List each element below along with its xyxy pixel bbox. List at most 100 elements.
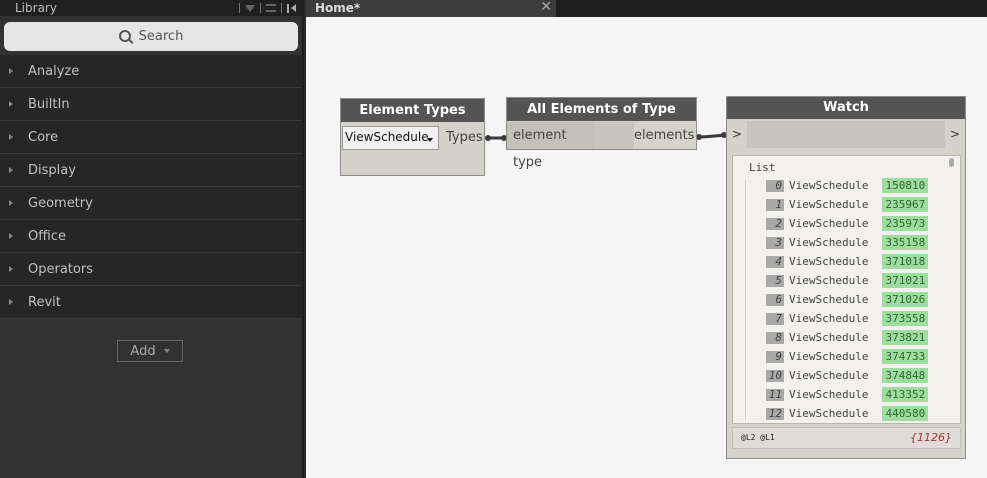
library-panel: Library Search Analyze BuiltIn Core Disp… <box>0 0 304 478</box>
list-item: 2 ViewSchedule 235973 <box>766 214 929 233</box>
item-index: 0 <box>766 179 784 192</box>
category-geometry[interactable]: Geometry <box>0 187 302 220</box>
category-label: Display <box>28 162 76 178</box>
item-count: {1126} <box>910 431 952 444</box>
search-icon <box>118 29 131 42</box>
input-port-element-type[interactable]: element type <box>507 122 594 170</box>
list-levels: @L2 @L1 <box>741 433 775 442</box>
item-type: ViewSchedule <box>789 407 869 420</box>
item-id: 371021 <box>882 273 929 288</box>
watch-ports: > > <box>727 121 965 148</box>
item-id: 440580 <box>882 406 929 421</box>
category-label: Geometry <box>28 195 93 211</box>
chevron-down-icon <box>427 138 433 142</box>
item-type: ViewSchedule <box>789 236 869 249</box>
item-id: 373821 <box>882 330 929 345</box>
item-index: 8 <box>766 331 784 344</box>
item-type: ViewSchedule <box>789 255 869 268</box>
category-revit[interactable]: Revit <box>0 286 302 319</box>
separator <box>239 3 240 13</box>
library-header: Library <box>0 0 302 16</box>
tab-home[interactable]: Home* ✕ <box>306 0 556 17</box>
add-button[interactable]: Add <box>117 340 183 362</box>
item-index: 1 <box>766 198 784 211</box>
item-type: ViewSchedule <box>789 331 869 344</box>
category-office[interactable]: Office <box>0 220 302 253</box>
wire-elements-to-watch <box>696 133 727 139</box>
category-display[interactable]: Display <box>0 154 302 187</box>
collapse-panel-icon[interactable] <box>287 3 296 13</box>
item-index: 9 <box>766 350 784 363</box>
add-label: Add <box>130 343 156 359</box>
category-analyze[interactable]: Analyze <box>0 55 302 88</box>
expand-arrow-icon <box>9 266 13 272</box>
output-port[interactable]: > <box>945 121 965 148</box>
scrollbar[interactable] <box>949 158 954 167</box>
chevron-down-icon <box>163 349 170 353</box>
expand-arrow-icon <box>9 68 13 74</box>
item-type: ViewSchedule <box>789 369 869 382</box>
item-id: 374733 <box>882 349 929 364</box>
category-label: Revit <box>28 294 61 310</box>
item-id: 413352 <box>882 387 929 402</box>
tab-label: Home* <box>315 1 361 15</box>
item-type: ViewSchedule <box>789 198 869 211</box>
node-watch[interactable]: Watch > > List 0 ViewSchedule 150810 1 ViewS… <box>726 96 966 459</box>
item-type: ViewSchedule <box>789 217 869 230</box>
library-title: Library <box>15 1 57 15</box>
category-list: Analyze BuiltIn Core Display Geometry Of… <box>0 55 302 319</box>
watch-footer: @L2 @L1 {1126} <box>732 427 961 449</box>
output-port-types[interactable]: Types <box>442 126 483 150</box>
list-item: 3 ViewSchedule 335158 <box>766 233 929 252</box>
category-label: BuiltIn <box>28 96 70 112</box>
node-body <box>594 122 634 149</box>
watch-items: 0 ViewSchedule 150810 1 ViewSchedule 235967 2 V… <box>766 176 929 423</box>
tree-line <box>745 180 746 420</box>
graph-canvas[interactable]: Element Types ViewSchedule Types All Ele… <box>306 17 987 478</box>
dropdown-value: ViewSchedule <box>345 130 429 144</box>
close-icon[interactable]: ✕ <box>540 0 552 15</box>
item-index: 5 <box>766 274 784 287</box>
node-all-elements-of-type[interactable]: All Elements of Type element type elemen… <box>506 97 697 170</box>
category-label: Operators <box>28 261 93 277</box>
list-item: 9 ViewSchedule 374733 <box>766 347 929 366</box>
expand-arrow-icon <box>9 134 13 140</box>
list-item: 5 ViewSchedule 371021 <box>766 271 929 290</box>
node-element-types[interactable]: Element Types ViewSchedule Types <box>340 98 485 176</box>
element-type-dropdown[interactable]: ViewSchedule <box>342 126 439 150</box>
item-id: 374848 <box>882 368 929 383</box>
list-item: 7 ViewSchedule 373558 <box>766 309 929 328</box>
category-label: Office <box>28 228 66 244</box>
item-index: 7 <box>766 312 784 325</box>
separator <box>260 3 261 13</box>
filter-icon[interactable] <box>245 4 255 12</box>
node-title: Element Types <box>341 99 484 122</box>
node-title: Watch <box>727 97 965 119</box>
expand-arrow-icon <box>9 233 13 239</box>
expand-arrow-icon <box>9 101 13 107</box>
item-id: 335158 <box>882 235 929 250</box>
list-item: 12 ViewSchedule 440580 <box>766 404 929 423</box>
item-type: ViewSchedule <box>789 274 869 287</box>
category-label: Analyze <box>28 63 80 79</box>
output-port-elements[interactable]: elements <box>634 122 696 149</box>
item-type: ViewSchedule <box>789 312 869 325</box>
item-id: 373558 <box>882 311 929 326</box>
item-id: 371018 <box>882 254 929 269</box>
watch-preview[interactable]: List 0 ViewSchedule 150810 1 ViewSchedule 235… <box>732 155 961 424</box>
search-input[interactable]: Search <box>4 22 298 51</box>
item-type: ViewSchedule <box>789 350 869 363</box>
input-port[interactable]: > <box>727 121 747 148</box>
item-index: 3 <box>766 236 784 249</box>
category-builtin[interactable]: BuiltIn <box>0 88 302 121</box>
item-id: 150810 <box>882 178 929 193</box>
category-core[interactable]: Core <box>0 121 302 154</box>
item-index: 10 <box>766 369 784 382</box>
list-view-icon[interactable] <box>266 4 276 12</box>
list-item: 11 ViewSchedule 413352 <box>766 385 929 404</box>
node-title: All Elements of Type <box>507 98 696 121</box>
list-item: 8 ViewSchedule 373821 <box>766 328 929 347</box>
item-index: 2 <box>766 217 784 230</box>
category-operators[interactable]: Operators <box>0 253 302 286</box>
expand-arrow-icon <box>9 200 13 206</box>
